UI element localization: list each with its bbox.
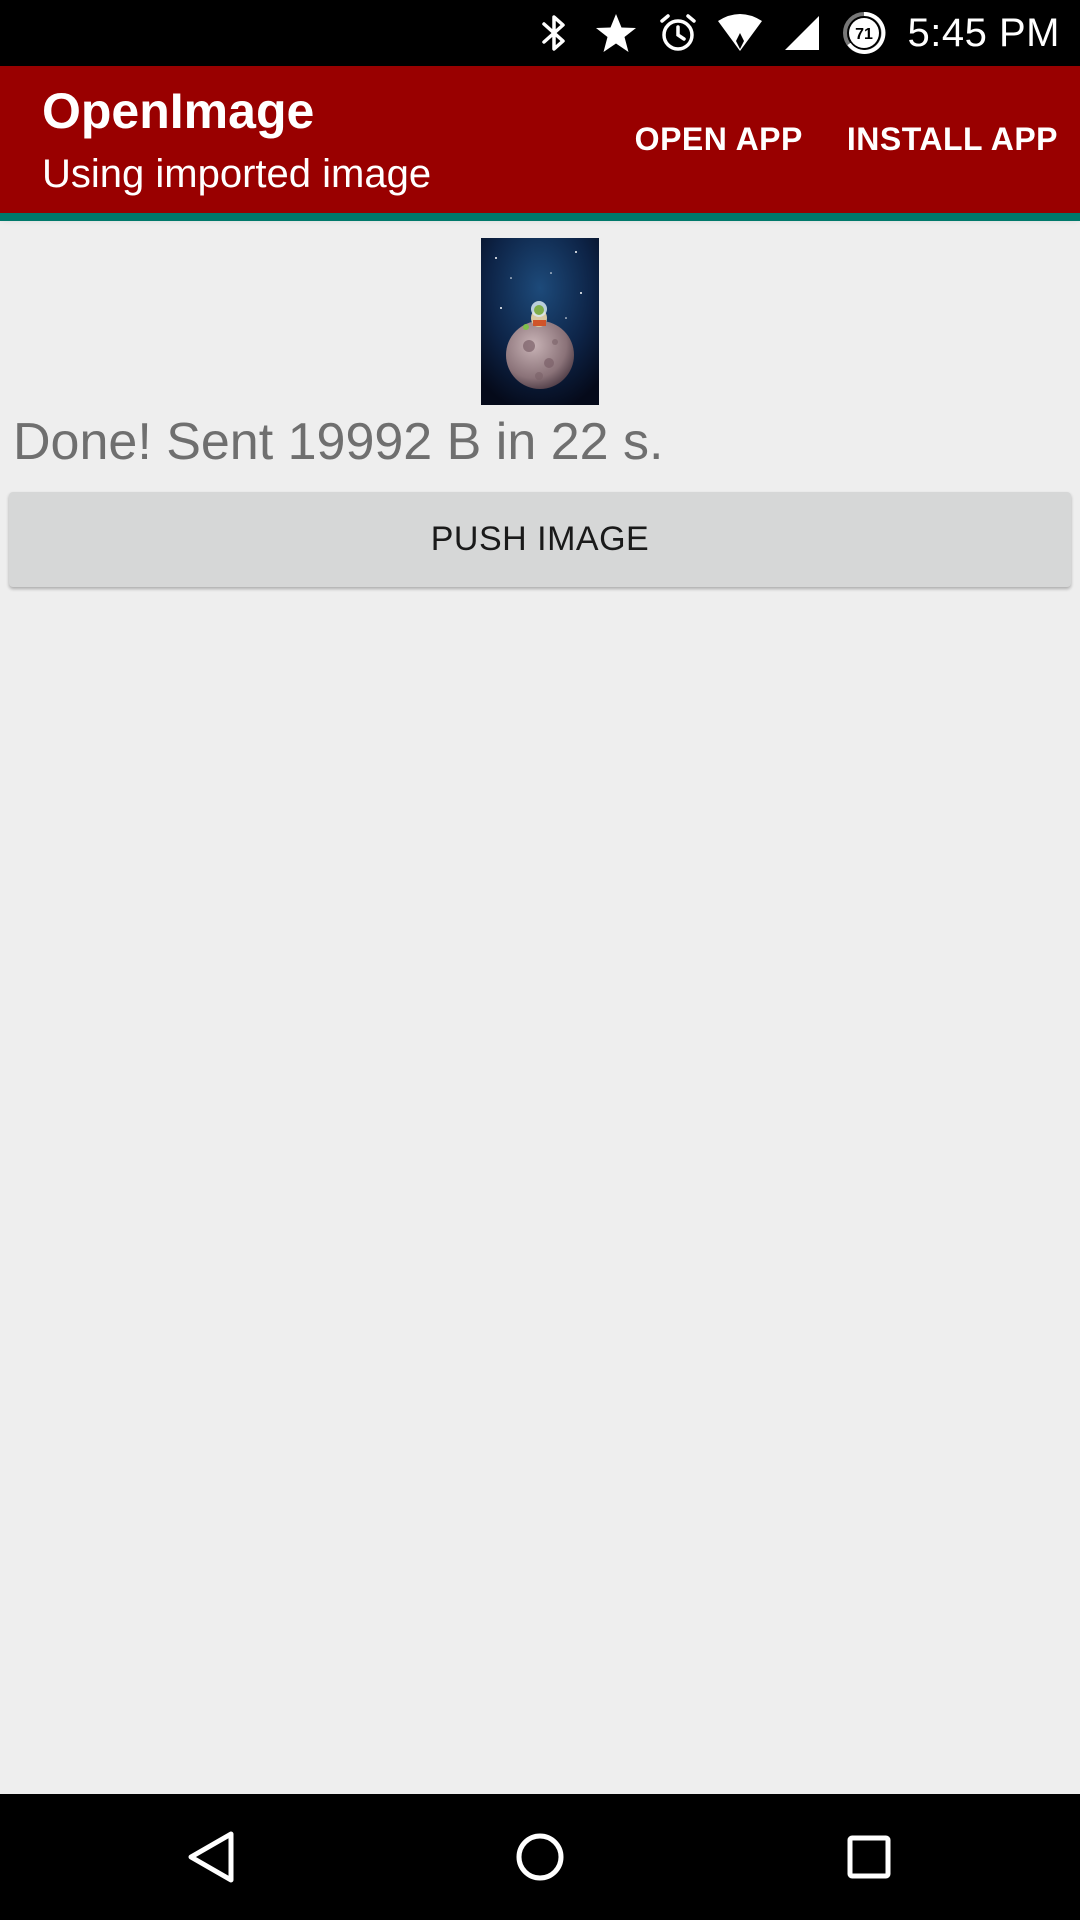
toolbar-accent-line	[0, 213, 1080, 221]
toolbar-title: OpenImage	[42, 83, 315, 139]
app-toolbar: OpenImage Using imported image OPEN APP …	[0, 66, 1080, 213]
star-icon	[592, 9, 640, 57]
bluetooth-icon	[530, 9, 578, 57]
navigation-bar	[0, 1794, 1080, 1920]
wifi-icon	[716, 9, 764, 57]
battery-level-text: 71	[855, 26, 873, 43]
open-app-button[interactable]: OPEN APP	[635, 121, 803, 158]
alarm-icon	[654, 9, 702, 57]
transfer-status-message: Done! Sent 19992 B in 22 s.	[13, 413, 664, 471]
back-icon[interactable]	[173, 1819, 249, 1895]
toolbar-subtitle: Using imported image	[42, 152, 432, 196]
recents-icon[interactable]	[831, 1819, 907, 1895]
imported-image-thumbnail	[481, 238, 599, 405]
battery-icon: 71	[840, 9, 888, 57]
toolbar-actions: OPEN APP INSTALL APP	[635, 66, 1058, 213]
status-icons: 71 5:45 PM	[530, 0, 1060, 66]
status-time: 5:45 PM	[907, 10, 1060, 55]
app-screen: 71 5:45 PM OpenImage Using imported imag…	[0, 0, 1080, 1920]
cell-signal-icon	[778, 9, 826, 57]
status-bar: 71 5:45 PM	[0, 0, 1080, 66]
home-icon[interactable]	[502, 1819, 578, 1895]
install-app-button[interactable]: INSTALL APP	[847, 121, 1058, 158]
push-image-button[interactable]: PUSH IMAGE	[9, 492, 1071, 587]
